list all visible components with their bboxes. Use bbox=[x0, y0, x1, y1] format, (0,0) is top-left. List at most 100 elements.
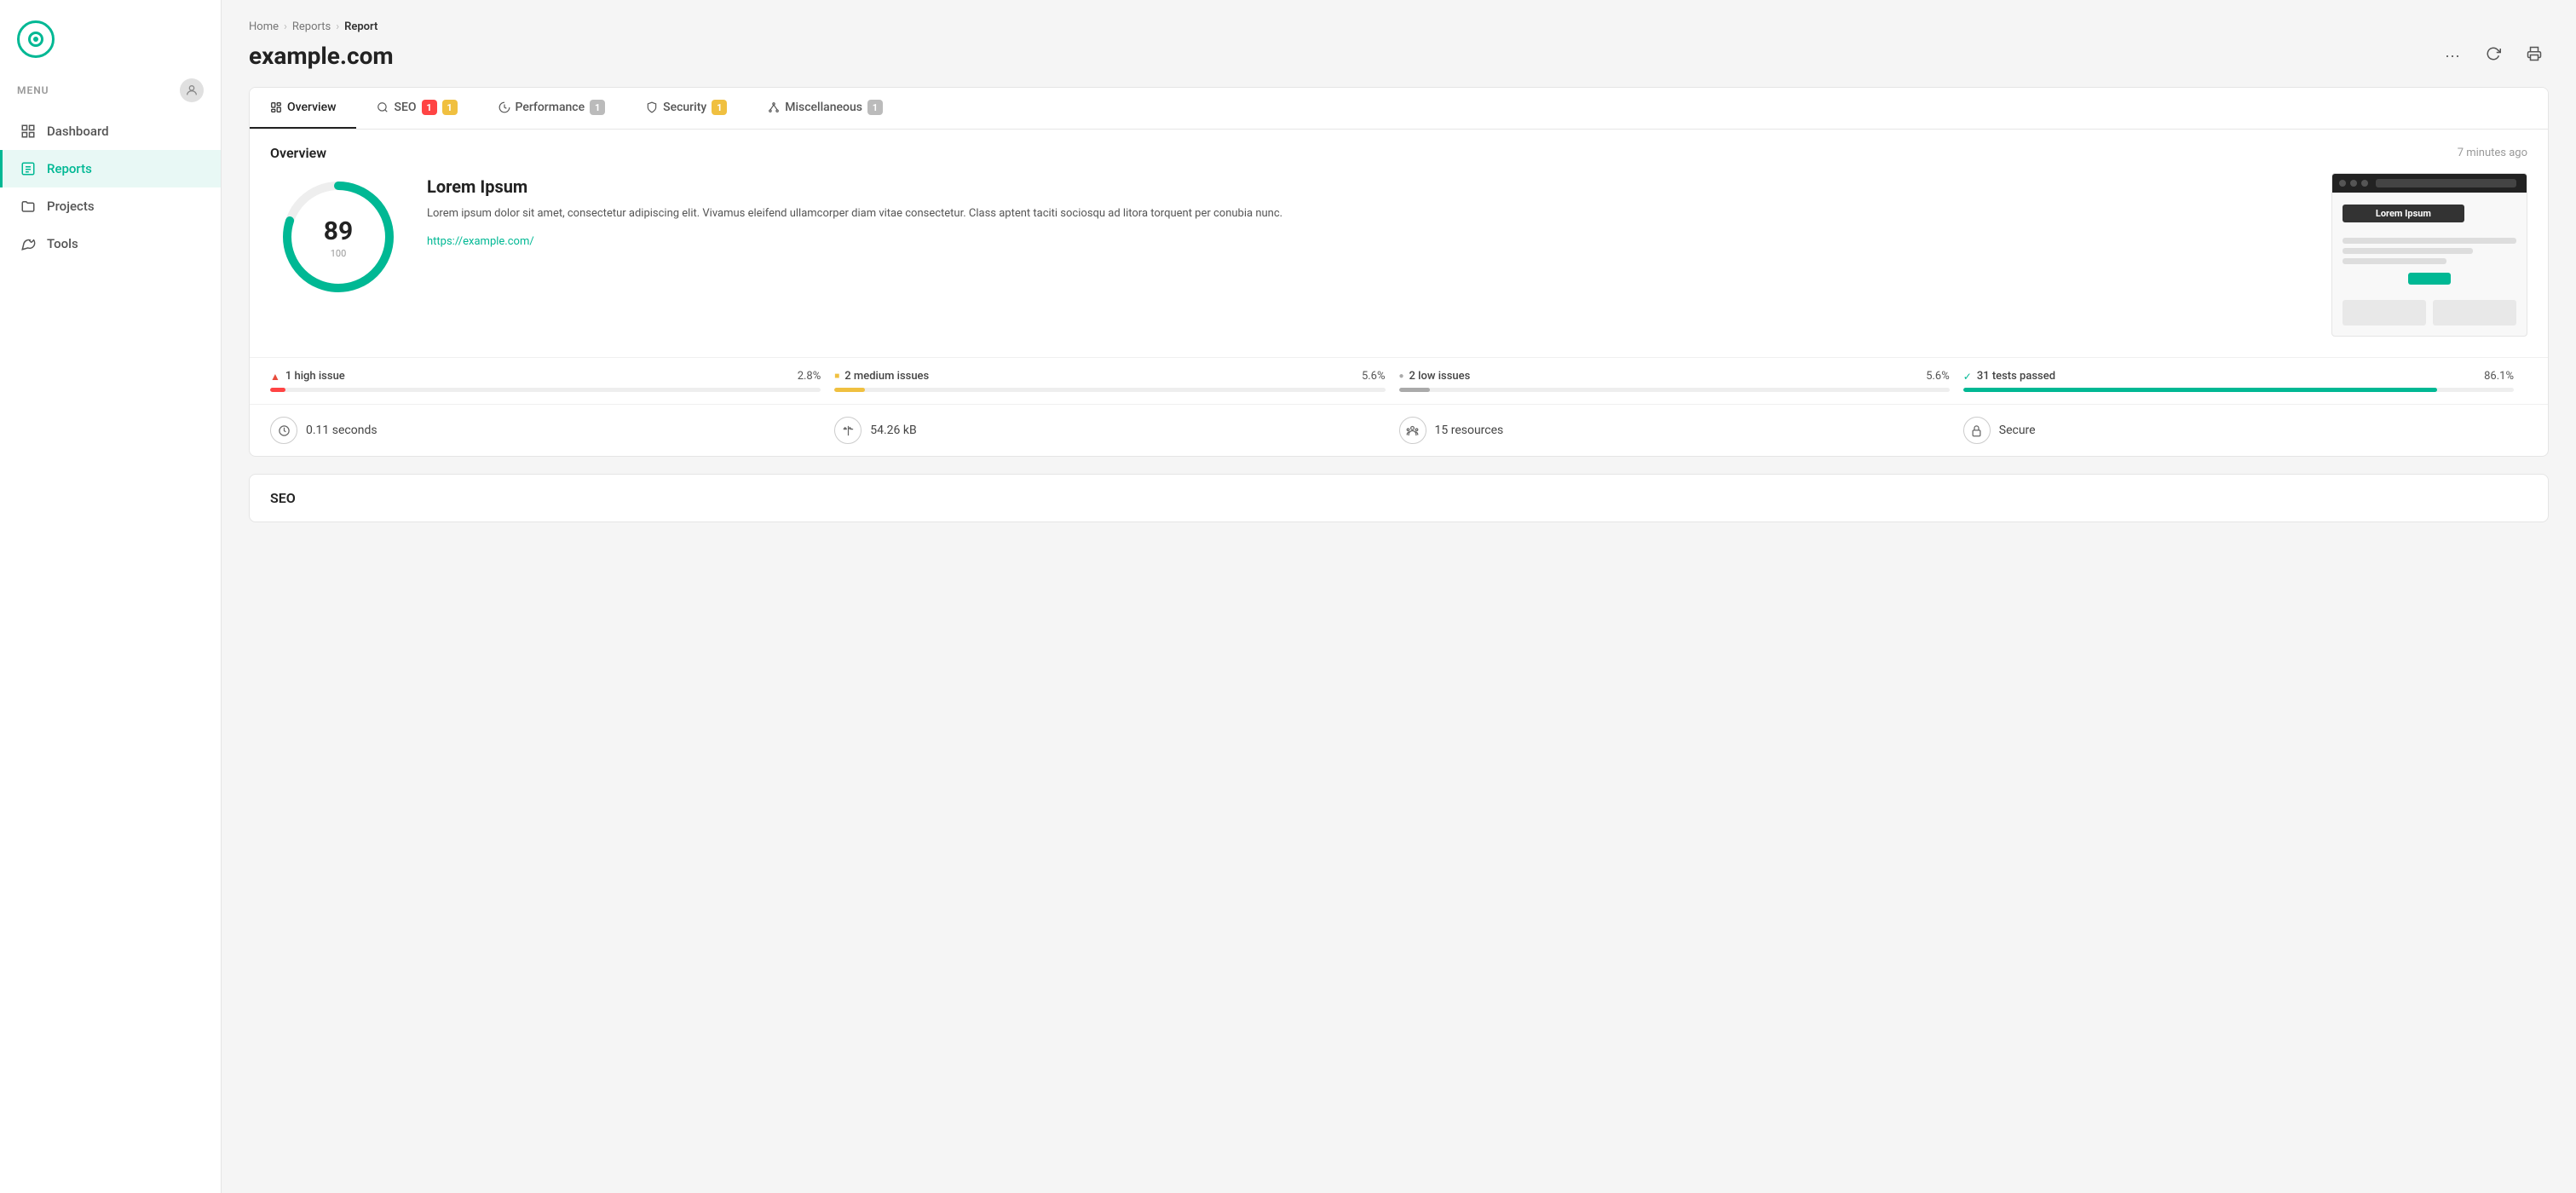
print-button[interactable] bbox=[2520, 43, 2549, 69]
sidebar: MENU Dashboard Reports Projects Tools bbox=[0, 0, 222, 1193]
sidebar-item-tools[interactable]: Tools bbox=[0, 225, 221, 262]
stat-low-bar bbox=[1399, 388, 1950, 392]
stat-high-pct: 2.8% bbox=[798, 370, 821, 383]
tab-seo[interactable]: SEO 1 1 bbox=[356, 88, 477, 129]
score-circle: 89 100 bbox=[270, 173, 406, 301]
overview-section-header: Overview 7 minutes ago bbox=[250, 130, 2548, 173]
metric-time-label: 0.11 seconds bbox=[306, 424, 377, 437]
avatar[interactable] bbox=[180, 78, 204, 102]
sidebar-item-projects[interactable]: Projects bbox=[0, 187, 221, 225]
metric-resources: 15 resources bbox=[1399, 417, 1963, 444]
performance-badge: 1 bbox=[590, 100, 605, 115]
stat-high-label: 1 high issue bbox=[285, 370, 345, 383]
header-actions: ··· bbox=[2438, 43, 2549, 69]
breadcrumb-reports[interactable]: Reports bbox=[292, 20, 331, 33]
security-tab-icon bbox=[646, 101, 658, 113]
seo-tab-icon bbox=[377, 101, 389, 113]
stat-medium-bar bbox=[834, 388, 1385, 392]
main-content: Home › Reports › Report example.com ··· bbox=[222, 0, 2576, 1193]
stat-passed-label: 31 tests passed bbox=[1977, 370, 2055, 383]
sidebar-menu-header: MENU bbox=[0, 72, 221, 112]
triangle-icon: ▲ bbox=[270, 371, 280, 383]
metric-secure: Secure bbox=[1963, 417, 2527, 444]
overview-timestamp: 7 minutes ago bbox=[2458, 147, 2527, 159]
sidebar-item-label: Reports bbox=[47, 161, 92, 176]
misc-badge: 1 bbox=[867, 100, 883, 115]
metric-size-label: 54.26 kB bbox=[870, 424, 916, 437]
stat-medium-pct: 5.6% bbox=[1362, 370, 1386, 383]
tab-overview[interactable]: Overview bbox=[250, 88, 356, 129]
metric-resources-label: 15 resources bbox=[1435, 424, 1504, 437]
stat-passed-bar-fill bbox=[1963, 388, 2437, 392]
stat-high-bar bbox=[270, 388, 821, 392]
overview-body: 89 100 Lorem Ipsum Lorem ipsum dolor sit… bbox=[250, 173, 2548, 357]
refresh-button[interactable] bbox=[2479, 43, 2508, 69]
timer-icon bbox=[270, 417, 297, 444]
square-icon: ■ bbox=[834, 372, 839, 381]
tab-performance[interactable]: Performance 1 bbox=[478, 88, 626, 129]
metric-secure-label: Secure bbox=[1999, 424, 2036, 437]
page-title: example.com bbox=[249, 42, 394, 70]
tab-miscellaneous[interactable]: Miscellaneous 1 bbox=[747, 88, 903, 129]
metric-size: 54.26 kB bbox=[834, 417, 1398, 444]
overview-tab-icon bbox=[270, 101, 282, 113]
stat-low-label: 2 low issues bbox=[1409, 370, 1471, 383]
sidebar-item-reports[interactable]: Reports bbox=[0, 150, 221, 187]
check-icon: ✓ bbox=[1963, 371, 1972, 383]
breadcrumb: Home › Reports › Report bbox=[249, 20, 2549, 33]
page-header: example.com ··· bbox=[249, 42, 2549, 70]
sidebar-item-label: Projects bbox=[47, 199, 95, 214]
folder-icon bbox=[20, 198, 37, 215]
file-icon bbox=[20, 160, 37, 177]
stat-passed-bar bbox=[1963, 388, 2514, 392]
stat-passed: ✓ 31 tests passed 86.1% bbox=[1963, 370, 2527, 392]
score-info-desc: Lorem ipsum dolor sit amet, consectetur … bbox=[427, 205, 2311, 223]
tab-security[interactable]: Security 1 bbox=[625, 88, 747, 129]
tab-miscellaneous-label: Miscellaneous bbox=[785, 101, 862, 114]
preview-thumbnail: Lorem Ipsum bbox=[2331, 173, 2527, 337]
performance-tab-icon bbox=[498, 101, 510, 113]
seo-card: SEO bbox=[249, 474, 2549, 522]
seo-section: SEO bbox=[250, 475, 2548, 522]
tabs: Overview SEO 1 1 Performance 1 Security … bbox=[250, 88, 2548, 130]
score-value: 89 bbox=[324, 216, 353, 246]
miscellaneous-tab-icon bbox=[768, 101, 780, 113]
sidebar-item-label: Tools bbox=[47, 236, 78, 251]
stat-low-bar-fill bbox=[1399, 388, 1430, 392]
seo-badge-red: 1 bbox=[422, 100, 437, 115]
score-info-title: Lorem Ipsum bbox=[427, 176, 2311, 197]
logo-icon bbox=[17, 20, 55, 58]
tab-overview-label: Overview bbox=[287, 101, 336, 114]
tab-security-label: Security bbox=[663, 101, 706, 114]
metrics-row: 0.11 seconds 54.26 kB 15 resources bbox=[250, 404, 2548, 456]
breadcrumb-current: Report bbox=[344, 20, 377, 33]
sidebar-logo bbox=[0, 0, 221, 72]
stat-high-bar-fill bbox=[270, 388, 285, 392]
score-info-link[interactable]: https://example.com/ bbox=[427, 235, 534, 248]
security-badge: 1 bbox=[712, 100, 727, 115]
stat-low: ● 2 low issues 5.6% bbox=[1399, 370, 1963, 392]
grid-icon bbox=[20, 123, 37, 140]
tab-seo-label: SEO bbox=[394, 101, 416, 114]
main-card: Overview SEO 1 1 Performance 1 Security … bbox=[249, 87, 2549, 457]
wrench-icon bbox=[20, 235, 37, 252]
overview-section-title: Overview bbox=[270, 145, 326, 161]
sidebar-item-dashboard[interactable]: Dashboard bbox=[0, 112, 221, 150]
stat-passed-pct: 86.1% bbox=[2484, 370, 2514, 383]
circle-icon: ● bbox=[1399, 372, 1404, 381]
stat-medium-label: 2 medium issues bbox=[844, 370, 929, 383]
metric-time: 0.11 seconds bbox=[270, 417, 834, 444]
scales-icon bbox=[834, 417, 862, 444]
breadcrumb-sep: › bbox=[336, 20, 339, 33]
preview-browser-bar bbox=[2332, 174, 2527, 193]
stat-low-pct: 5.6% bbox=[1926, 370, 1950, 383]
score-max: 100 bbox=[331, 248, 347, 259]
score-info: Lorem Ipsum Lorem ipsum dolor sit amet, … bbox=[427, 173, 2311, 248]
seo-title: SEO bbox=[270, 490, 296, 506]
seo-badge-yellow: 1 bbox=[442, 100, 458, 115]
breadcrumb-home[interactable]: Home bbox=[249, 20, 279, 33]
more-options-button[interactable]: ··· bbox=[2438, 43, 2467, 68]
breadcrumb-sep: › bbox=[284, 20, 287, 33]
resources-icon bbox=[1399, 417, 1426, 444]
tab-performance-label: Performance bbox=[516, 101, 585, 114]
